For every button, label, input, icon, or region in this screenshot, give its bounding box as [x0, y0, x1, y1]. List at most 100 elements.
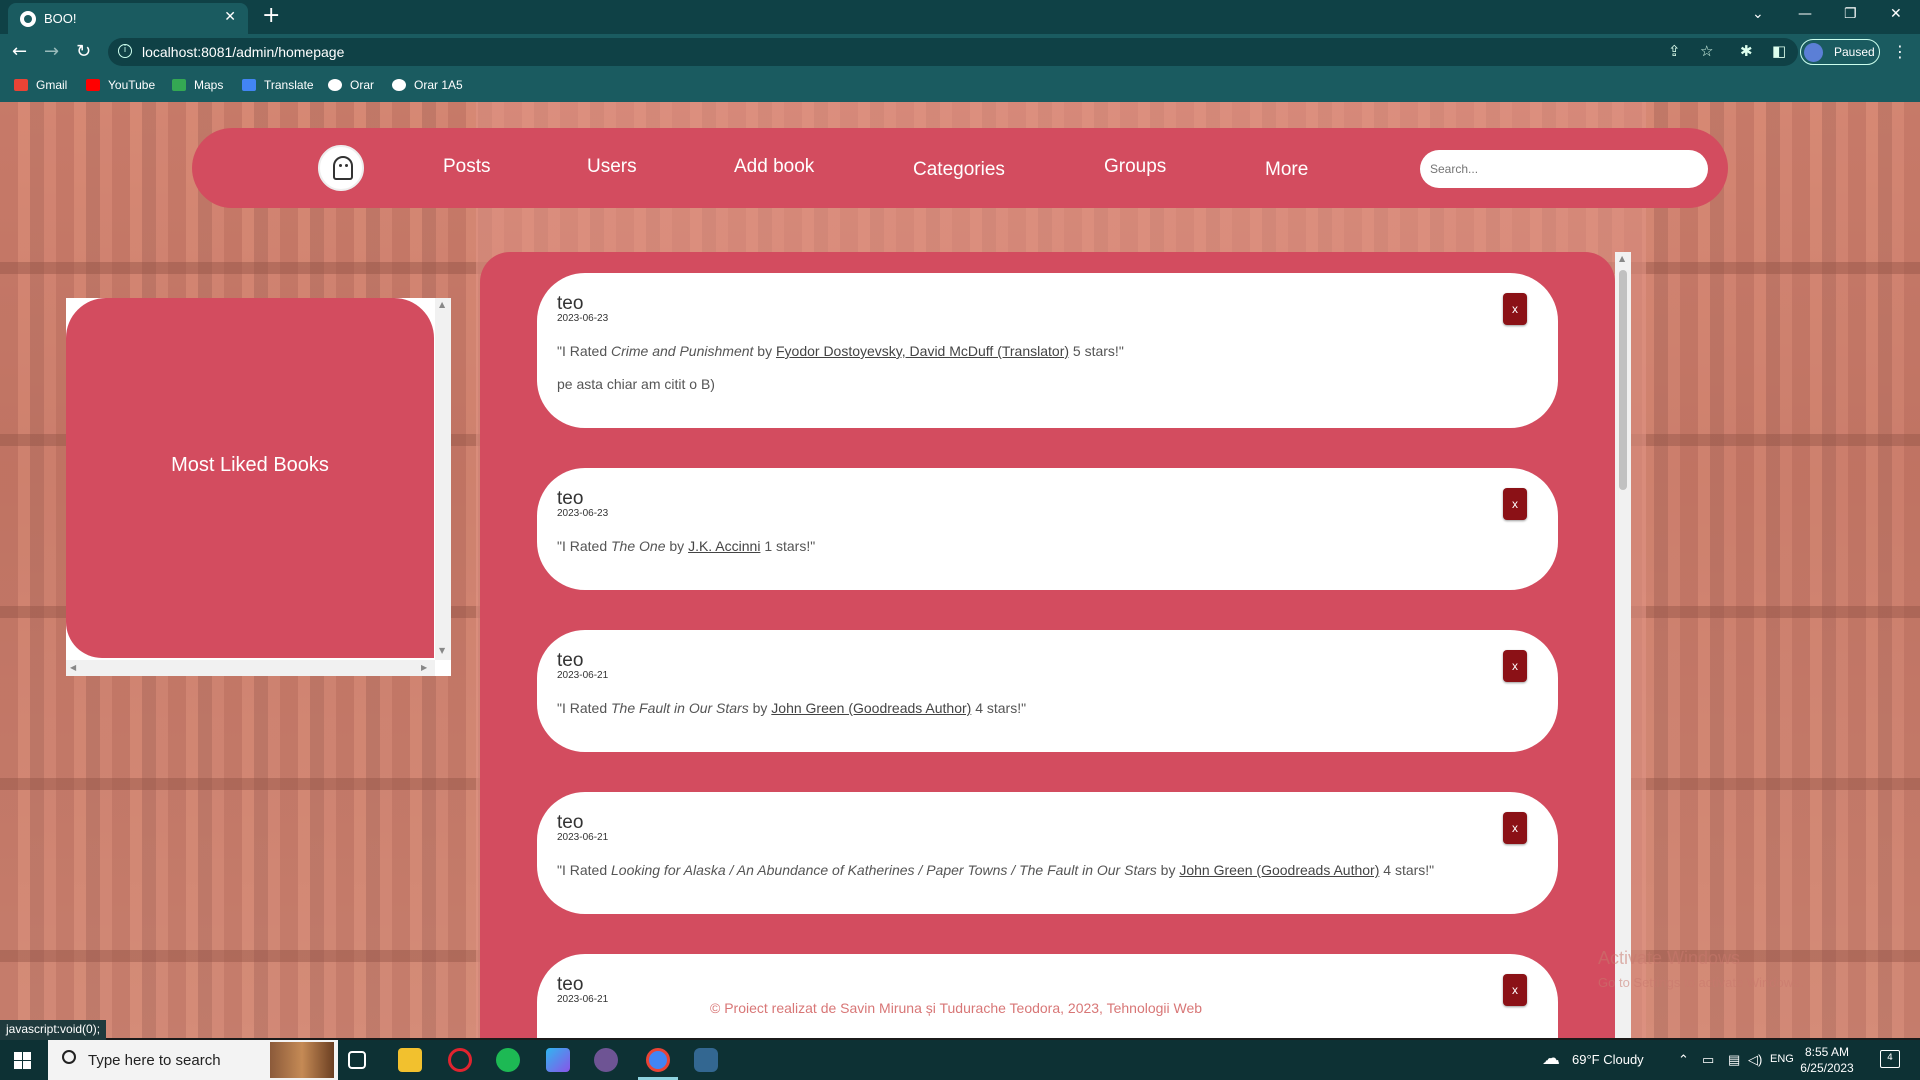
search-input[interactable] [1420, 150, 1708, 188]
browser-menu-icon[interactable]: ⋮ [1892, 42, 1908, 61]
post-date: 2023-06-23 [557, 508, 609, 519]
windows-start-icon[interactable] [14, 1052, 31, 1069]
webstorm-icon[interactable] [546, 1048, 570, 1072]
book-title: The One [611, 538, 666, 554]
new-tab-icon[interactable]: + [262, 4, 280, 28]
post-date: 2023-06-21 [557, 994, 609, 1005]
windows-taskbar: Type here to search ☁ 69°F Cloudy ⌃ ▭ ▤ … [0, 1040, 1920, 1080]
feed-scroll-thumb[interactable] [1619, 270, 1627, 490]
watermark-line-1: Activate Windows [1598, 948, 1741, 968]
bookmark-star-icon[interactable]: ☆ [1700, 42, 1713, 60]
bookmark-label: YouTube [108, 78, 156, 92]
bookmark-maps[interactable]: Maps [172, 78, 223, 92]
post-username[interactable]: teo [557, 650, 583, 672]
author-link[interactable]: Fyodor Dostoyevsky, David McDuff (Transl… [776, 343, 1069, 359]
main-navbar: Posts Users Add book Categories Groups M… [192, 128, 1728, 208]
delete-post-button[interactable]: x [1503, 650, 1527, 682]
author-link[interactable]: J.K. Accinni [688, 538, 760, 554]
browser-tab[interactable]: BOO! ✕ [8, 3, 248, 34]
file-explorer-icon[interactable] [398, 1048, 422, 1072]
globe-icon [392, 79, 406, 91]
nav-add-book[interactable]: Add book [734, 156, 814, 178]
rating-suffix: 4 stars!" [1379, 862, 1435, 878]
search-icon [62, 1050, 76, 1064]
bookmark-orar-1a5[interactable]: Orar 1A5 [392, 78, 463, 92]
weather-text[interactable]: 69°F Cloudy [1572, 1052, 1644, 1067]
scroll-up-icon[interactable]: ▲ [439, 300, 445, 309]
post-comment: pe asta chiar am citit o B) [557, 376, 715, 392]
clock-time: 8:55 AM [1804, 1045, 1850, 1059]
bookmark-gmail[interactable]: Gmail [14, 78, 67, 92]
scroll-down-icon[interactable]: ▼ [439, 646, 445, 655]
post-username[interactable]: teo [557, 974, 583, 996]
address-bar-row: ← → ↻ i localhost:8081/admin/homepage ⇪ … [0, 34, 1920, 70]
language-indicator[interactable]: ENG [1770, 1053, 1794, 1065]
nav-posts[interactable]: Posts [443, 156, 491, 178]
nav-more[interactable]: More [1265, 159, 1308, 181]
post-card: teo 2023-06-21 "I Rated Looking for Alas… [537, 792, 1558, 914]
bookmarks-bar: Gmail YouTube Maps Translate Orar Orar 1… [0, 70, 1920, 102]
scroll-up-icon[interactable]: ▲ [1619, 254, 1625, 263]
delete-post-button[interactable]: x [1503, 293, 1527, 325]
logo[interactable] [318, 145, 364, 191]
maps-icon [172, 79, 186, 91]
clock-date: 6/25/2023 [1800, 1061, 1854, 1075]
opera-icon[interactable] [448, 1048, 472, 1072]
rating-suffix: 5 stars!" [1069, 343, 1124, 359]
notification-icon[interactable]: 4 [1880, 1050, 1900, 1068]
delete-post-button[interactable]: x [1503, 974, 1527, 1006]
post-username[interactable]: teo [557, 293, 583, 315]
reload-icon[interactable]: ↻ [76, 42, 91, 62]
most-liked-books-title: Most Liked Books [171, 454, 329, 476]
close-window-icon[interactable]: ✕ [1890, 6, 1902, 22]
post-date: 2023-06-23 [557, 313, 609, 324]
nav-groups[interactable]: Groups [1104, 156, 1166, 178]
volume-icon[interactable]: ◁) [1748, 1052, 1762, 1068]
sidebar-vertical-scrollbar[interactable]: ▲ ▼ [435, 298, 451, 660]
sidebar-horizontal-scrollbar[interactable]: ◀ ▶ [66, 660, 435, 676]
tab-search-icon[interactable]: ⌄ [1752, 6, 1764, 22]
postgres-icon[interactable] [694, 1048, 718, 1072]
taskbar-clock[interactable]: 8:55 AM 6/25/2023 [1792, 1044, 1862, 1076]
display-icon[interactable]: ▤ [1728, 1052, 1740, 1068]
delete-post-button[interactable]: x [1503, 488, 1527, 520]
post-date: 2023-06-21 [557, 670, 609, 681]
nav-users[interactable]: Users [587, 156, 637, 178]
page-viewport: Posts Users Add book Categories Groups M… [0, 102, 1920, 1038]
restore-icon[interactable]: ❐ [1844, 6, 1857, 22]
delete-post-button[interactable]: x [1503, 812, 1527, 844]
profile-button[interactable]: Paused [1800, 39, 1880, 65]
side-panel-icon[interactable]: ◧ [1772, 42, 1786, 60]
share-icon[interactable]: ⇪ [1668, 42, 1681, 60]
browser-tab-bar: BOO! ✕ + ⌄ — ❐ ✕ [0, 0, 1920, 34]
omnibox[interactable]: i localhost:8081/admin/homepage [108, 38, 1798, 66]
show-hidden-icons-icon[interactable]: ⌃ [1678, 1052, 1689, 1068]
chrome-icon[interactable] [646, 1048, 670, 1072]
bookmark-label: Translate [264, 78, 314, 92]
taskbar-search[interactable]: Type here to search [48, 1040, 338, 1080]
bookmark-orar[interactable]: Orar [328, 78, 374, 92]
scroll-left-icon[interactable]: ◀ [70, 663, 76, 672]
minimize-icon[interactable]: — [1798, 6, 1812, 22]
bookmark-translate[interactable]: Translate [242, 78, 314, 92]
extensions-icon[interactable]: ✱ [1740, 42, 1753, 60]
spotify-icon[interactable] [496, 1048, 520, 1072]
post-card: teo 2023-06-23 "I Rated Crime and Punish… [537, 273, 1558, 428]
scroll-right-icon[interactable]: ▶ [421, 663, 427, 672]
post-username[interactable]: teo [557, 488, 583, 510]
close-tab-icon[interactable]: ✕ [224, 9, 236, 25]
github-desktop-icon[interactable] [594, 1048, 618, 1072]
back-icon[interactable]: ← [12, 42, 27, 62]
site-info-icon[interactable]: i [118, 44, 132, 58]
post-username[interactable]: teo [557, 812, 583, 834]
nav-categories[interactable]: Categories [913, 159, 1005, 181]
author-link[interactable]: John Green (Goodreads Author) [1179, 862, 1379, 878]
task-view-icon[interactable] [348, 1051, 366, 1069]
profile-status: Paused [1834, 45, 1875, 59]
url-text[interactable]: localhost:8081/admin/homepage [142, 44, 344, 60]
network-icon[interactable]: ▭ [1702, 1052, 1714, 1068]
bookmark-youtube[interactable]: YouTube [86, 78, 155, 92]
author-link[interactable]: John Green (Goodreads Author) [771, 700, 971, 716]
feed-scrollbar[interactable]: ▲ ▼ [1615, 252, 1631, 1038]
forward-icon[interactable]: → [44, 42, 59, 62]
